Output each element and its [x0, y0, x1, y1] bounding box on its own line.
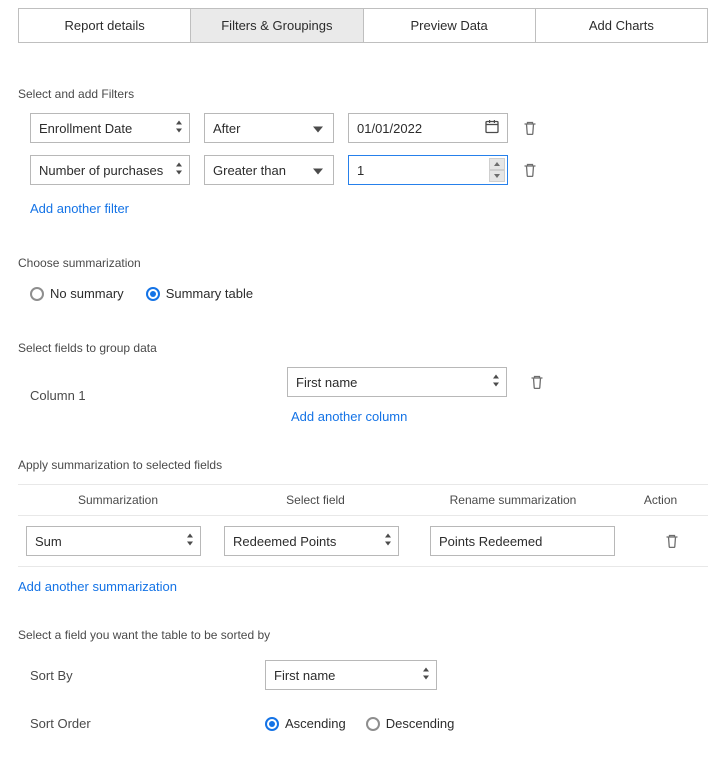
tab-filters-groupings[interactable]: Filters & Groupings [191, 9, 363, 42]
grouping-heading: Select fields to group data [18, 341, 708, 355]
filters-heading: Select and add Filters [18, 87, 708, 101]
tab-label: Filters & Groupings [221, 18, 332, 33]
group-column-value: First name [296, 375, 498, 390]
filter-operator-label: After [213, 121, 325, 136]
radio-summary-table[interactable]: Summary table [146, 286, 253, 301]
filter-value-label: 01/01/2022 [357, 121, 499, 136]
filter-operator-select[interactable]: Greater than [204, 155, 334, 185]
sort-by-select[interactable]: First name [265, 660, 437, 690]
filter-field-label: Number of purchases [39, 163, 181, 178]
filter-field-select[interactable]: Enrollment Date [30, 113, 190, 143]
group-column-select[interactable]: First name [287, 367, 507, 397]
summary-field-select[interactable]: Redeemed Points [224, 526, 399, 556]
radio-label: Summary table [166, 286, 253, 301]
tab-report-details[interactable]: Report details [19, 9, 191, 42]
filter-row: Enrollment Date After 01/01/2022 [30, 113, 708, 143]
header-summarization: Summarization [18, 485, 218, 515]
radio-label: Descending [386, 716, 455, 731]
radio-label: No summary [50, 286, 124, 301]
filter-value-date[interactable]: 01/01/2022 [348, 113, 508, 143]
delete-summary-button[interactable] [664, 533, 680, 549]
filter-row: Number of purchases Greater than 1 [30, 155, 708, 185]
summary-row: Sum Redeemed Points Points Redeemed [18, 516, 708, 567]
apply-summary-heading: Apply summarization to selected fields [18, 458, 708, 472]
delete-filter-button[interactable] [522, 120, 538, 136]
radio-no-summary[interactable]: No summary [30, 286, 124, 301]
group-column-label: Column 1 [30, 388, 265, 403]
radio-descending[interactable]: Descending [366, 716, 455, 731]
filter-value-number[interactable]: 1 [348, 155, 508, 185]
summarization-radio-group: No summary Summary table [30, 286, 708, 301]
sort-order-label: Sort Order [30, 716, 265, 731]
filter-field-label: Enrollment Date [39, 121, 181, 136]
filter-operator-select[interactable]: After [204, 113, 334, 143]
filter-operator-label: Greater than [213, 163, 325, 178]
radio-icon [146, 287, 160, 301]
sort-by-value: First name [274, 668, 428, 683]
delete-group-button[interactable] [529, 374, 545, 390]
summarization-select[interactable]: Sum [26, 526, 201, 556]
filter-value-label: 1 [357, 163, 499, 178]
summarization-value: Sum [35, 534, 192, 549]
add-filter-link[interactable]: Add another filter [30, 201, 129, 216]
tab-label: Report details [65, 18, 145, 33]
radio-label: Ascending [285, 716, 346, 731]
delete-filter-button[interactable] [522, 162, 538, 178]
filter-field-select[interactable]: Number of purchases [30, 155, 190, 185]
tab-bar: Report details Filters & Groupings Previ… [18, 8, 708, 43]
header-action: Action [613, 485, 708, 515]
summarization-heading: Choose summarization [18, 256, 708, 270]
rename-input[interactable]: Points Redeemed [430, 526, 615, 556]
header-rename: Rename summarization [413, 485, 613, 515]
tab-preview-data[interactable]: Preview Data [364, 9, 536, 42]
radio-icon [30, 287, 44, 301]
rename-value: Points Redeemed [439, 534, 606, 549]
summary-table-header: Summarization Select field Rename summar… [18, 484, 708, 516]
add-summarization-link[interactable]: Add another summarization [18, 579, 177, 594]
radio-ascending[interactable]: Ascending [265, 716, 346, 731]
add-group-column-link[interactable]: Add another column [291, 409, 407, 424]
sort-order-radio-group: Ascending Descending [265, 716, 454, 731]
summary-field-value: Redeemed Points [233, 534, 390, 549]
sorting-heading: Select a field you want the table to be … [18, 628, 708, 642]
tab-add-charts[interactable]: Add Charts [536, 9, 707, 42]
sort-by-label: Sort By [30, 668, 265, 683]
tab-label: Add Charts [589, 18, 654, 33]
radio-icon [265, 717, 279, 731]
radio-icon [366, 717, 380, 731]
tab-label: Preview Data [410, 18, 487, 33]
header-select-field: Select field [218, 485, 413, 515]
